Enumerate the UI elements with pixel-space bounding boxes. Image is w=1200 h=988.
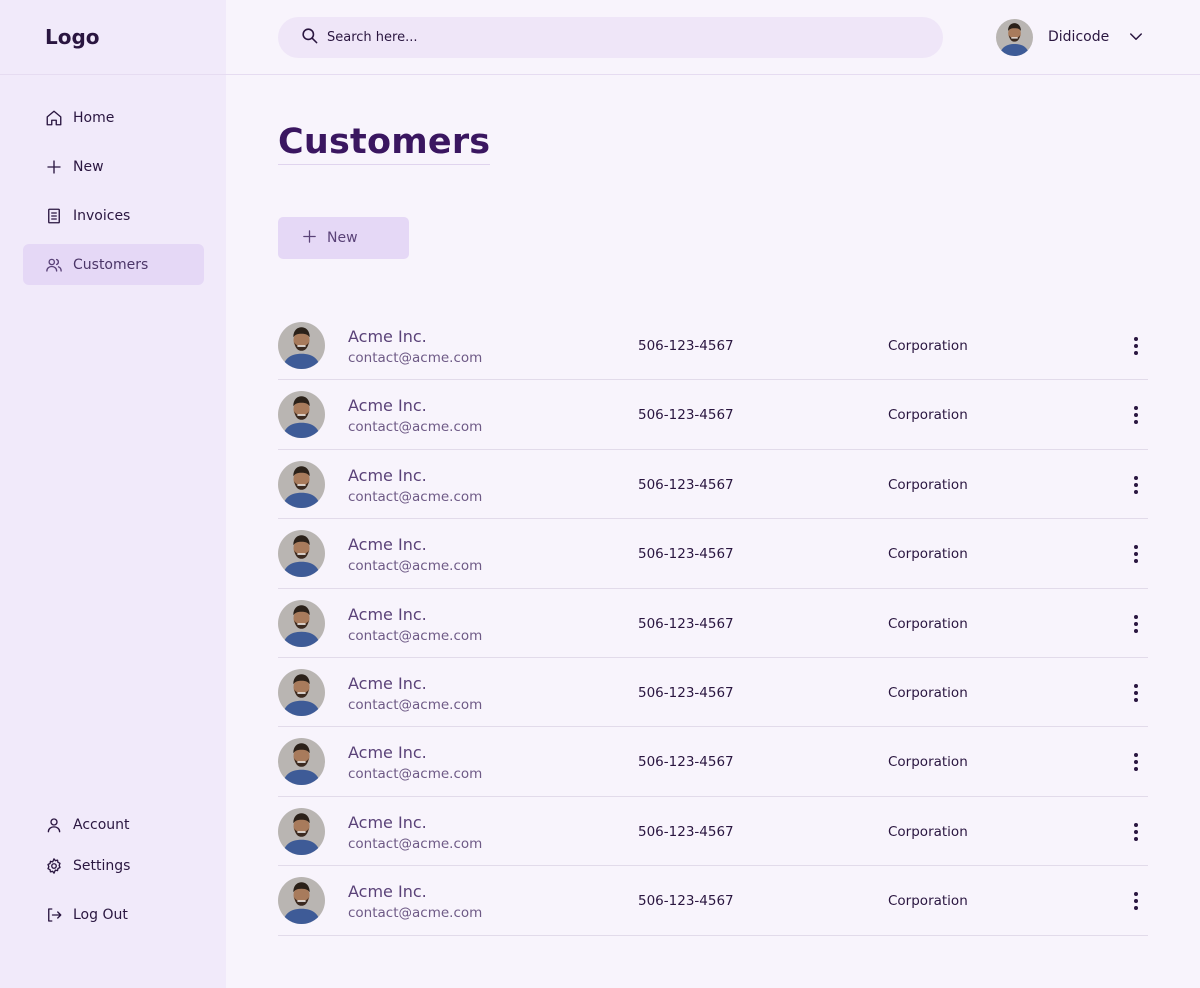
plus-icon — [45, 158, 63, 176]
customer-email: contact@acme.com — [348, 419, 483, 436]
more-options-icon[interactable] — [1126, 890, 1146, 912]
sidebar-divider — [0, 74, 226, 75]
table-row[interactable]: Acme Inc. contact@acme.com 506-123-4567 … — [278, 311, 1148, 381]
table-row[interactable]: Acme Inc. contact@acme.com 506-123-4567 … — [278, 380, 1148, 450]
sidebar-item-invoices[interactable]: Invoices — [23, 195, 204, 236]
header-divider — [226, 74, 1200, 75]
customer-type: Corporation — [888, 615, 968, 632]
avatar — [278, 877, 325, 925]
search-bar[interactable] — [278, 17, 943, 58]
sidebar-item-new[interactable]: New — [23, 146, 204, 187]
sidebar-item-label: Customers — [73, 256, 149, 273]
avatar — [278, 599, 325, 647]
search-input[interactable] — [327, 30, 887, 45]
new-button-label: New — [327, 230, 358, 246]
document-icon — [45, 207, 63, 225]
customer-email: contact@acme.com — [348, 766, 483, 783]
avatar — [278, 807, 325, 855]
customer-name: Acme Inc. — [348, 604, 427, 624]
table-row[interactable]: Acme Inc. contact@acme.com 506-123-4567 … — [278, 727, 1148, 797]
avatar — [278, 460, 325, 508]
customer-phone: 506-123-4567 — [638, 338, 734, 354]
customer-name: Acme Inc. — [348, 396, 427, 416]
search-icon — [300, 26, 319, 49]
new-customer-button[interactable]: New — [278, 217, 409, 259]
customer-name: Acme Inc. — [348, 535, 427, 555]
table-row[interactable]: Acme Inc. contact@acme.com 506-123-4567 … — [278, 519, 1148, 589]
users-icon — [45, 256, 63, 274]
plus-icon — [301, 228, 318, 249]
avatar — [278, 668, 325, 716]
customer-phone: 506-123-4567 — [638, 476, 734, 493]
customer-email: contact@acme.com — [348, 627, 483, 644]
more-options-icon[interactable] — [1126, 543, 1146, 565]
more-options-icon[interactable] — [1126, 613, 1146, 635]
table-row[interactable]: Acme Inc. contact@acme.com 506-123-4567 … — [278, 797, 1148, 867]
customer-email: contact@acme.com — [348, 905, 483, 922]
customer-name: Acme Inc. — [348, 327, 427, 346]
more-options-icon[interactable] — [1126, 751, 1146, 773]
chevron-down-icon[interactable] — [1127, 28, 1145, 46]
avatar — [278, 738, 325, 786]
sidebar-item-label: Account — [73, 816, 130, 833]
more-options-icon[interactable] — [1126, 335, 1146, 357]
more-options-icon[interactable] — [1126, 474, 1146, 496]
customer-type: Corporation — [888, 546, 968, 563]
sidebar-item-label: Home — [73, 109, 115, 126]
customer-type: Corporation — [888, 823, 968, 840]
more-options-icon[interactable] — [1126, 404, 1146, 426]
customer-type: Corporation — [888, 338, 968, 354]
customer-email: contact@acme.com — [348, 696, 483, 713]
user-name[interactable]: Didicode — [1048, 29, 1109, 45]
table-row[interactable]: Acme Inc. contact@acme.com 506-123-4567 … — [278, 658, 1148, 728]
customer-name: Acme Inc. — [348, 743, 427, 763]
customer-name: Acme Inc. — [348, 673, 427, 693]
customer-phone: 506-123-4567 — [638, 615, 734, 632]
sidebar-item-label: Settings — [73, 857, 131, 874]
page-title: Customers — [278, 122, 491, 165]
logo[interactable]: Logo — [45, 25, 100, 49]
table-row[interactable]: Acme Inc. contact@acme.com 506-123-4567 … — [278, 866, 1148, 936]
customer-phone: 506-123-4567 — [638, 754, 734, 771]
sidebar-item-logout[interactable]: Log Out — [23, 894, 204, 935]
customer-type: Corporation — [888, 407, 968, 424]
customer-type: Corporation — [888, 754, 968, 771]
customer-phone: 506-123-4567 — [638, 823, 734, 840]
customer-name: Acme Inc. — [348, 812, 427, 832]
sidebar-item-home[interactable]: Home — [23, 97, 204, 138]
table-row[interactable]: Acme Inc. contact@acme.com 506-123-4567 … — [278, 450, 1148, 520]
avatar — [278, 530, 325, 578]
sidebar-item-customers[interactable]: Customers — [23, 244, 204, 285]
gear-icon — [45, 857, 63, 875]
sidebar-item-label: New — [73, 158, 104, 175]
customer-phone: 506-123-4567 — [638, 684, 734, 701]
customer-email: contact@acme.com — [348, 350, 483, 366]
customer-name: Acme Inc. — [348, 465, 427, 485]
customer-email: contact@acme.com — [348, 558, 483, 575]
sidebar-item-label: Invoices — [73, 207, 131, 224]
sidebar-item-label: Log Out — [73, 906, 128, 923]
customer-name: Acme Inc. — [348, 882, 427, 902]
customer-email: contact@acme.com — [348, 488, 483, 505]
more-options-icon[interactable] — [1126, 821, 1146, 843]
customer-phone: 506-123-4567 — [638, 546, 734, 563]
home-icon — [45, 109, 63, 127]
table-row[interactable]: Acme Inc. contact@acme.com 506-123-4567 … — [278, 589, 1148, 658]
customer-type: Corporation — [888, 893, 968, 910]
customer-list: Acme Inc. contact@acme.com 506-123-4567 … — [278, 311, 1148, 936]
logout-icon — [45, 906, 63, 924]
sidebar-item-settings[interactable]: Settings — [23, 845, 204, 886]
avatar — [278, 391, 325, 439]
customer-phone: 506-123-4567 — [638, 893, 734, 910]
customer-type: Corporation — [888, 684, 968, 701]
avatar — [278, 322, 325, 369]
sidebar: Logo Home New Invoices Customers Account — [0, 0, 226, 988]
more-options-icon[interactable] — [1126, 682, 1146, 704]
sidebar-item-account[interactable]: Account — [23, 804, 204, 845]
customer-phone: 506-123-4567 — [638, 407, 734, 424]
customer-type: Corporation — [888, 476, 968, 493]
avatar[interactable] — [996, 19, 1033, 56]
user-icon — [45, 816, 63, 834]
customer-email: contact@acme.com — [348, 835, 483, 852]
